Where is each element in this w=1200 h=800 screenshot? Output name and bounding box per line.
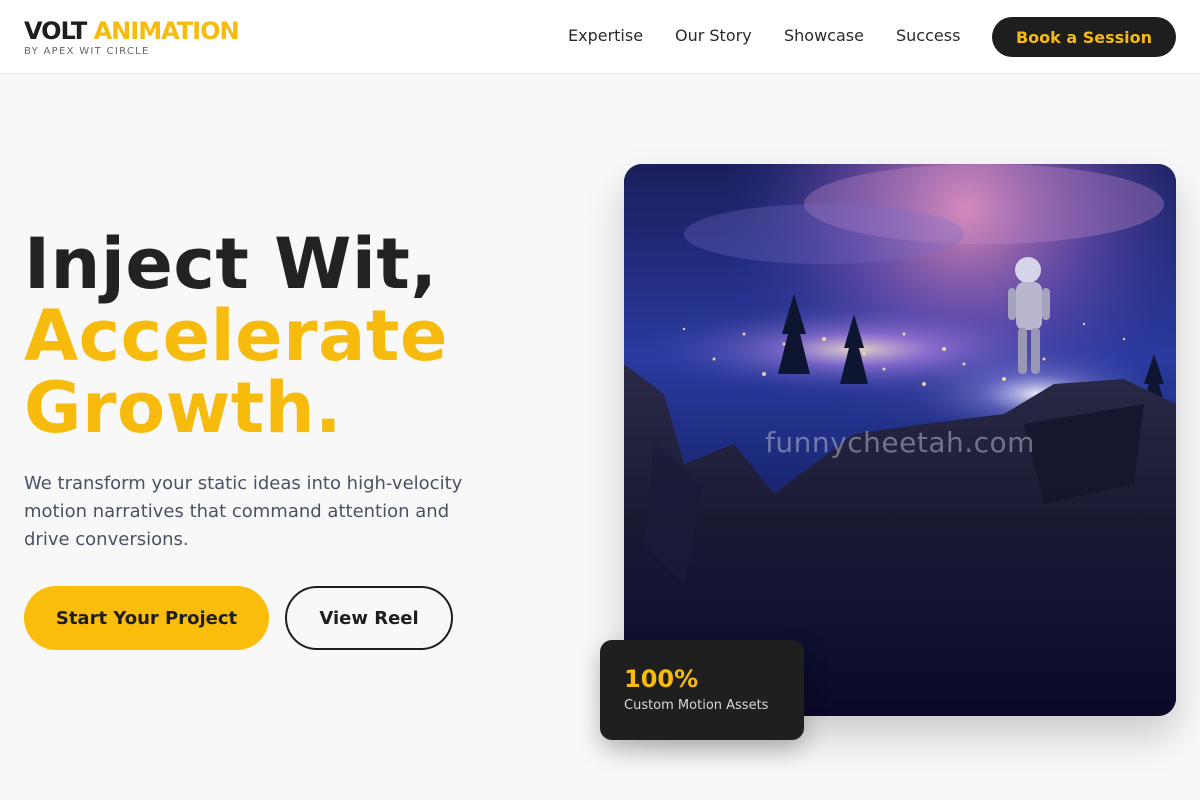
book-session-button[interactable]: Book a Session [992, 17, 1176, 57]
nav-link-expertise[interactable]: Expertise [568, 26, 643, 46]
logo-word-volt: VOLT [24, 17, 87, 45]
logo-tagline: BY APEX WIT CIRCLE [24, 46, 150, 57]
headline-line-2: Accelerate [24, 295, 448, 377]
stat-value: 100% [624, 665, 699, 693]
logo-wordmark: VOLT ANIMATION [24, 17, 240, 45]
hero-headline: Inject Wit, Accelerate Growth. [24, 228, 448, 444]
brand-logo[interactable]: VOLT ANIMATION BY APEX WIT CIRCLE [24, 17, 240, 57]
hero-description: We transform your static ideas into high… [24, 473, 463, 550]
nav-link-our-story[interactable]: Our Story [675, 26, 752, 46]
view-reel-button[interactable]: View Reel [285, 586, 453, 650]
nav-link-success[interactable]: Success [896, 26, 960, 46]
image-watermark: funnycheetah.com [765, 426, 1035, 459]
stat-card: 100% Custom Motion Assets [600, 640, 804, 740]
headline-line-1: Inject Wit, [24, 223, 438, 305]
site-header: VOLT ANIMATION BY APEX WIT CIRCLE Expert… [0, 0, 1200, 74]
start-project-button[interactable]: Start Your Project [24, 586, 269, 650]
headline-line-3: Growth. [24, 367, 343, 449]
stat-label: Custom Motion Assets [624, 698, 769, 713]
logo-word-animation: ANIMATION [93, 17, 240, 45]
nav-link-showcase[interactable]: Showcase [784, 26, 864, 46]
hero-image: funnycheetah.com [624, 164, 1176, 716]
